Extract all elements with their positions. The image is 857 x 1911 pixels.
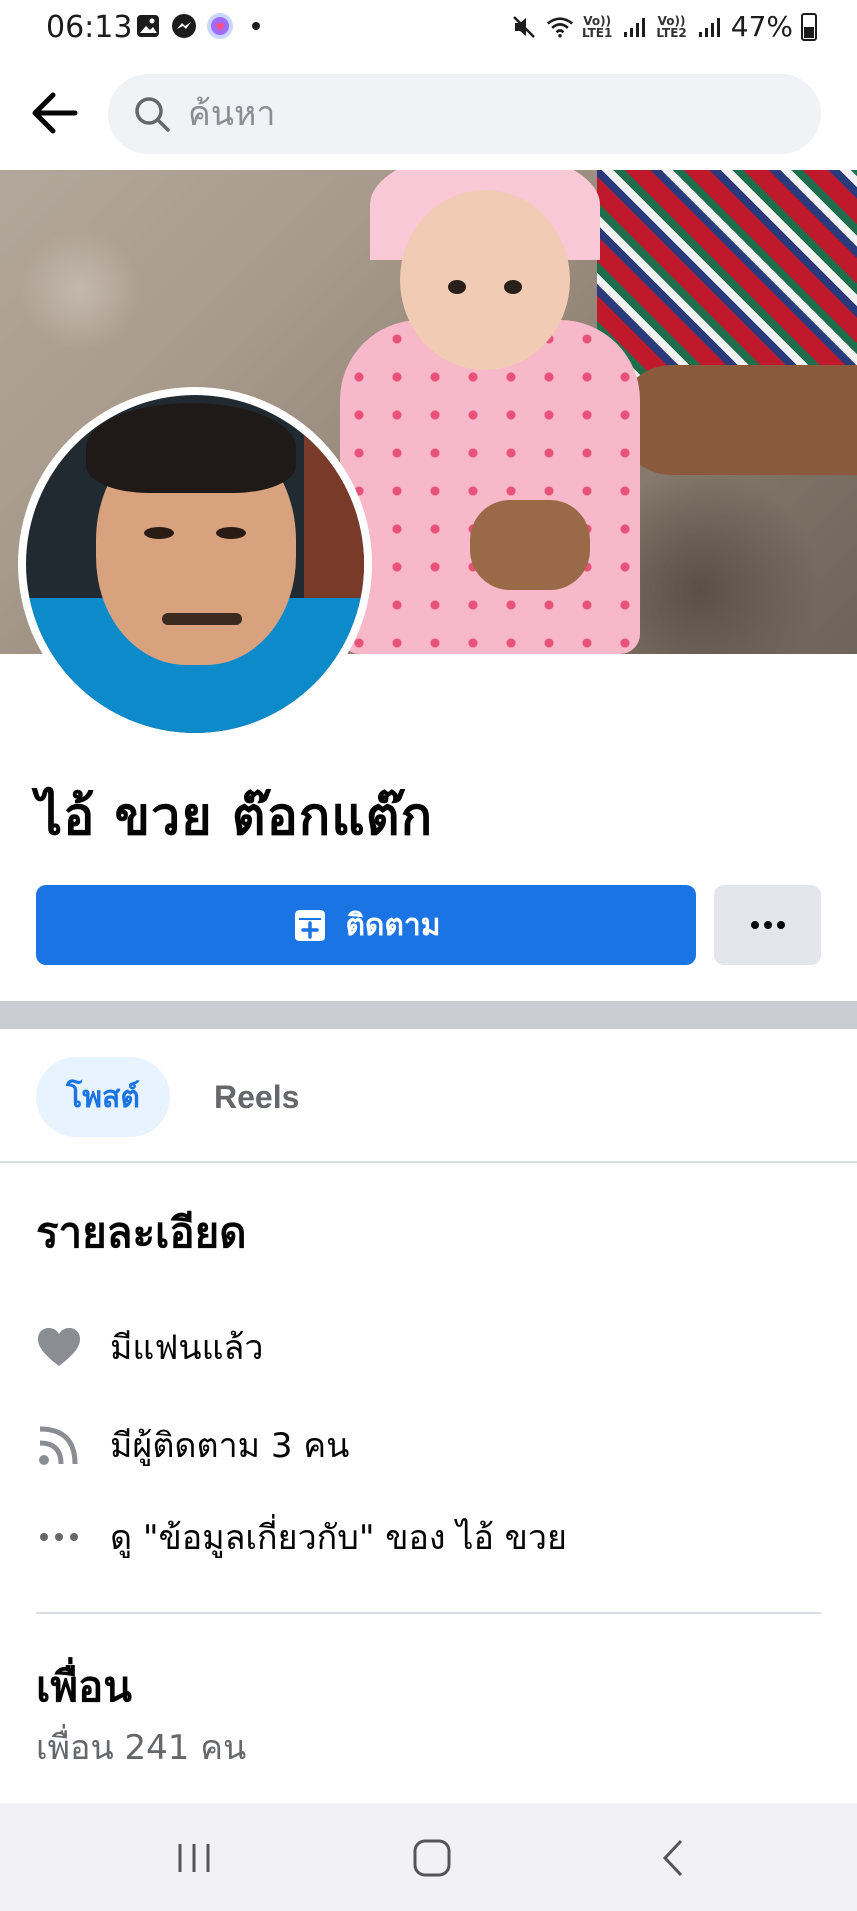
ellipsis-icon bbox=[36, 1514, 82, 1560]
friends-count[interactable]: เพื่อน 241 คน bbox=[36, 1720, 246, 1774]
home-icon bbox=[413, 1839, 451, 1877]
more-dots-icon bbox=[750, 921, 785, 929]
search-input[interactable] bbox=[188, 94, 748, 134]
follow-button-label: ติดตาม bbox=[345, 908, 441, 942]
search-icon bbox=[135, 97, 170, 132]
status-time: 06:13 bbox=[46, 10, 133, 45]
dot-icon bbox=[242, 12, 270, 40]
app-notification-icon bbox=[206, 12, 234, 40]
details-divider bbox=[36, 1612, 821, 1614]
status-notification-icons bbox=[134, 12, 270, 40]
follow-add-icon bbox=[295, 910, 326, 941]
back-nav-icon bbox=[662, 1839, 683, 1877]
arrow-left-icon bbox=[32, 92, 78, 134]
status-bar: 06:13 Vo)) LTE1 Vo)) LTE2 47% bbox=[0, 0, 857, 56]
friends-heading: เพื่อน bbox=[36, 1662, 132, 1711]
detail-see-about-text: ดู "ข้อมูลเกี่ยวกับ" ของ ไอ้ ขวย bbox=[110, 1518, 567, 1558]
profile-tabs: โพสต์ Reels bbox=[0, 1029, 857, 1163]
recent-apps-button[interactable] bbox=[164, 1833, 224, 1883]
detail-followers[interactable]: มีผู้ติดตาม 3 คน bbox=[36, 1418, 349, 1472]
search-header bbox=[0, 56, 857, 170]
home-button[interactable] bbox=[402, 1833, 462, 1883]
tab-reels[interactable]: Reels bbox=[214, 1079, 299, 1116]
recent-apps-icon bbox=[178, 1844, 210, 1872]
profile-name: ไอ้ ขวย ต๊อกแต๊ก bbox=[36, 787, 434, 847]
rss-followers-icon bbox=[36, 1422, 82, 1468]
detail-relationship: มีแฟนแล้ว bbox=[36, 1320, 263, 1374]
more-options-button[interactable] bbox=[714, 885, 821, 965]
detail-see-about[interactable]: ดู "ข้อมูลเกี่ยวกับ" ของ ไอ้ ขวย bbox=[36, 1510, 567, 1564]
profile-picture[interactable] bbox=[18, 387, 372, 741]
detail-followers-text: มีผู้ติดตาม 3 คน bbox=[110, 1426, 350, 1466]
section-divider bbox=[0, 1001, 857, 1029]
details-heading: รายละเอียด bbox=[36, 1208, 247, 1257]
messenger-icon bbox=[170, 12, 198, 40]
follow-button[interactable]: ติดตาม bbox=[36, 885, 696, 965]
battery-icon bbox=[801, 12, 817, 41]
battery-percent: 47% bbox=[730, 10, 793, 43]
heart-icon bbox=[36, 1324, 82, 1370]
status-system-icons: Vo)) LTE1 Vo)) LTE2 47% bbox=[510, 10, 817, 43]
detail-relationship-text: มีแฟนแล้ว bbox=[110, 1328, 264, 1368]
signal-icon bbox=[695, 13, 723, 41]
search-bar[interactable] bbox=[108, 74, 821, 154]
gallery-icon bbox=[134, 12, 162, 40]
system-navigation-bar bbox=[0, 1803, 857, 1911]
back-nav-button[interactable] bbox=[644, 1833, 704, 1883]
signal-icon bbox=[620, 13, 648, 41]
mute-icon bbox=[510, 13, 538, 41]
wifi-icon bbox=[546, 13, 574, 41]
sim1-lte-label: Vo)) LTE1 bbox=[581, 13, 613, 40]
sim2-lte-label: Vo)) LTE2 bbox=[656, 13, 687, 40]
tab-posts[interactable]: โพสต์ bbox=[36, 1057, 170, 1137]
back-button[interactable] bbox=[24, 86, 84, 140]
